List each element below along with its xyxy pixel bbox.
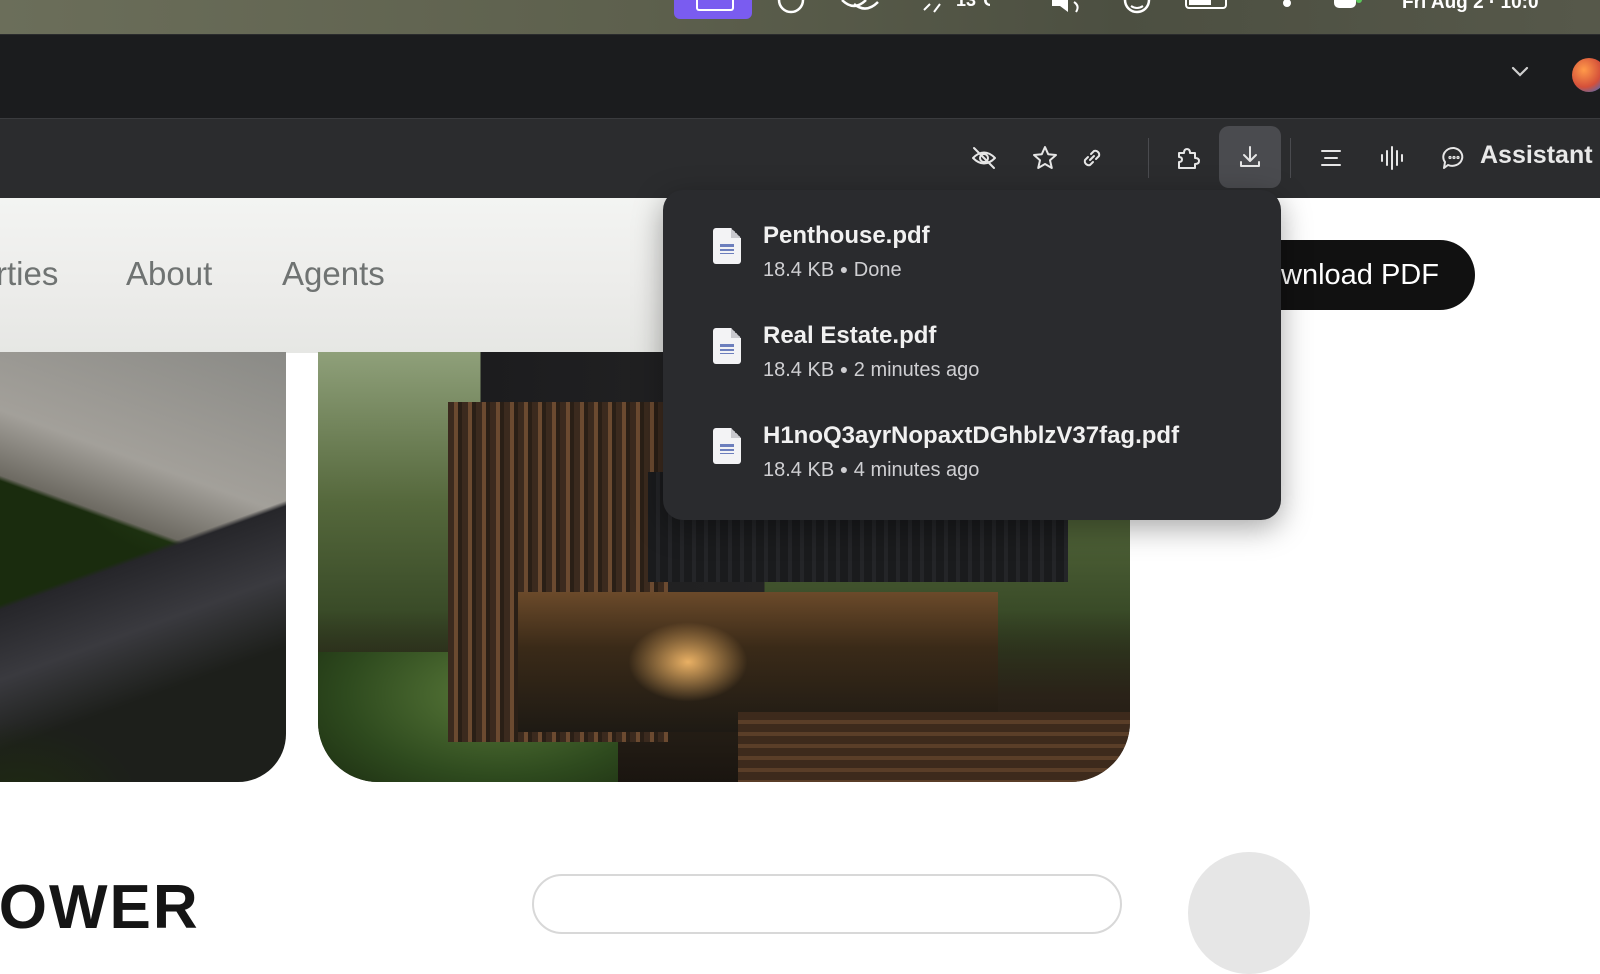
meta-separator: ●: [839, 461, 849, 477]
weather-icon[interactable]: 13°C: [920, 0, 990, 14]
tab-strip: [0, 34, 1600, 118]
meta-separator: ●: [839, 361, 849, 377]
pdf-file-icon: [713, 228, 741, 264]
toolbar-divider: [1290, 138, 1291, 178]
copy-link-button[interactable]: [1072, 138, 1112, 178]
tab-list-chevron-down-icon[interactable]: [1508, 60, 1532, 84]
download-meta: 18.4 KB ● 4 minutes ago: [763, 459, 979, 482]
volume-icon[interactable]: [1050, 0, 1090, 14]
sync-icon[interactable]: [838, 0, 884, 14]
search-pill[interactable]: [532, 874, 1122, 934]
download-meta: 18.4 KB ● Done: [763, 259, 902, 282]
property-heading: TOWER: [0, 873, 200, 942]
nav-link-properties[interactable]: rties: [0, 255, 58, 293]
pdf-file-icon: [713, 328, 741, 364]
focus-icon[interactable]: [776, 0, 806, 14]
bookmark-button[interactable]: [1025, 138, 1065, 178]
reader-icon: [1321, 150, 1341, 166]
toolbar-divider: [1148, 138, 1149, 178]
active-app-icon[interactable]: [674, 0, 752, 19]
control-center-icon[interactable]: [1332, 0, 1362, 14]
download-status: 4 minutes ago: [853, 459, 980, 481]
round-action-button[interactable]: [1188, 852, 1310, 974]
image-building-glass: [518, 592, 998, 732]
download-size: 18.4 KB: [763, 359, 835, 381]
downloads-panel: Penthouse.pdf 18.4 KB ● Done Real Estate…: [663, 190, 1281, 520]
pdf-file-icon: [713, 428, 741, 464]
image-deck: [738, 712, 1130, 782]
downloads-button[interactable]: [1219, 126, 1281, 188]
download-item[interactable]: Real Estate.pdf 18.4 KB ● 2 minutes ago: [663, 290, 1281, 390]
link-icon: [1083, 149, 1101, 167]
reader-mode-button[interactable]: [1311, 138, 1351, 178]
user-icon[interactable]: [1122, 0, 1152, 14]
star-icon: [1033, 146, 1057, 169]
download-size: 18.4 KB: [763, 459, 835, 481]
download-size: 18.4 KB: [763, 259, 835, 281]
download-item[interactable]: Penthouse.pdf 18.4 KB ● Done: [663, 190, 1281, 290]
download-status: Done: [853, 259, 902, 281]
audio-icon: [1381, 146, 1403, 170]
download-status: 2 minutes ago: [853, 359, 980, 381]
profile-avatar[interactable]: [1572, 58, 1600, 92]
image-light-glow: [628, 622, 748, 702]
battery-icon[interactable]: [1184, 0, 1230, 14]
wifi-icon[interactable]: [1280, 0, 1294, 14]
extensions-icon: [1178, 148, 1200, 169]
download-filename: Penthouse.pdf: [763, 222, 930, 249]
eye-off-icon: [972, 147, 996, 169]
assistant-label[interactable]: Assistant: [1480, 141, 1593, 170]
browser-toolbar: [0, 118, 1600, 198]
menu-bar-clock[interactable]: Fri Aug 2 · 10:0: [1402, 0, 1539, 14]
download-filename: H1noQ3ayrNopaxtDGhblzV37fag.pdf: [763, 422, 1180, 449]
extensions-button[interactable]: [1167, 138, 1207, 178]
download-item[interactable]: H1noQ3ayrNopaxtDGhblzV37fag.pdf 18.4 KB …: [663, 390, 1281, 490]
tracking-protection-button[interactable]: [964, 138, 1004, 178]
nav-link-about[interactable]: About: [126, 255, 212, 293]
download-filename: Real Estate.pdf: [763, 322, 937, 349]
download-meta: 18.4 KB ● 2 minutes ago: [763, 359, 979, 382]
svg-text:13°C: 13°C: [956, 0, 990, 10]
assistant-button[interactable]: [1434, 138, 1474, 178]
nav-link-agents[interactable]: Agents: [282, 255, 385, 293]
meta-separator: ●: [839, 261, 849, 277]
download-icon: [1240, 146, 1260, 167]
read-aloud-button[interactable]: [1372, 138, 1412, 178]
chat-icon: [1442, 146, 1464, 169]
property-image-left[interactable]: [0, 352, 286, 782]
